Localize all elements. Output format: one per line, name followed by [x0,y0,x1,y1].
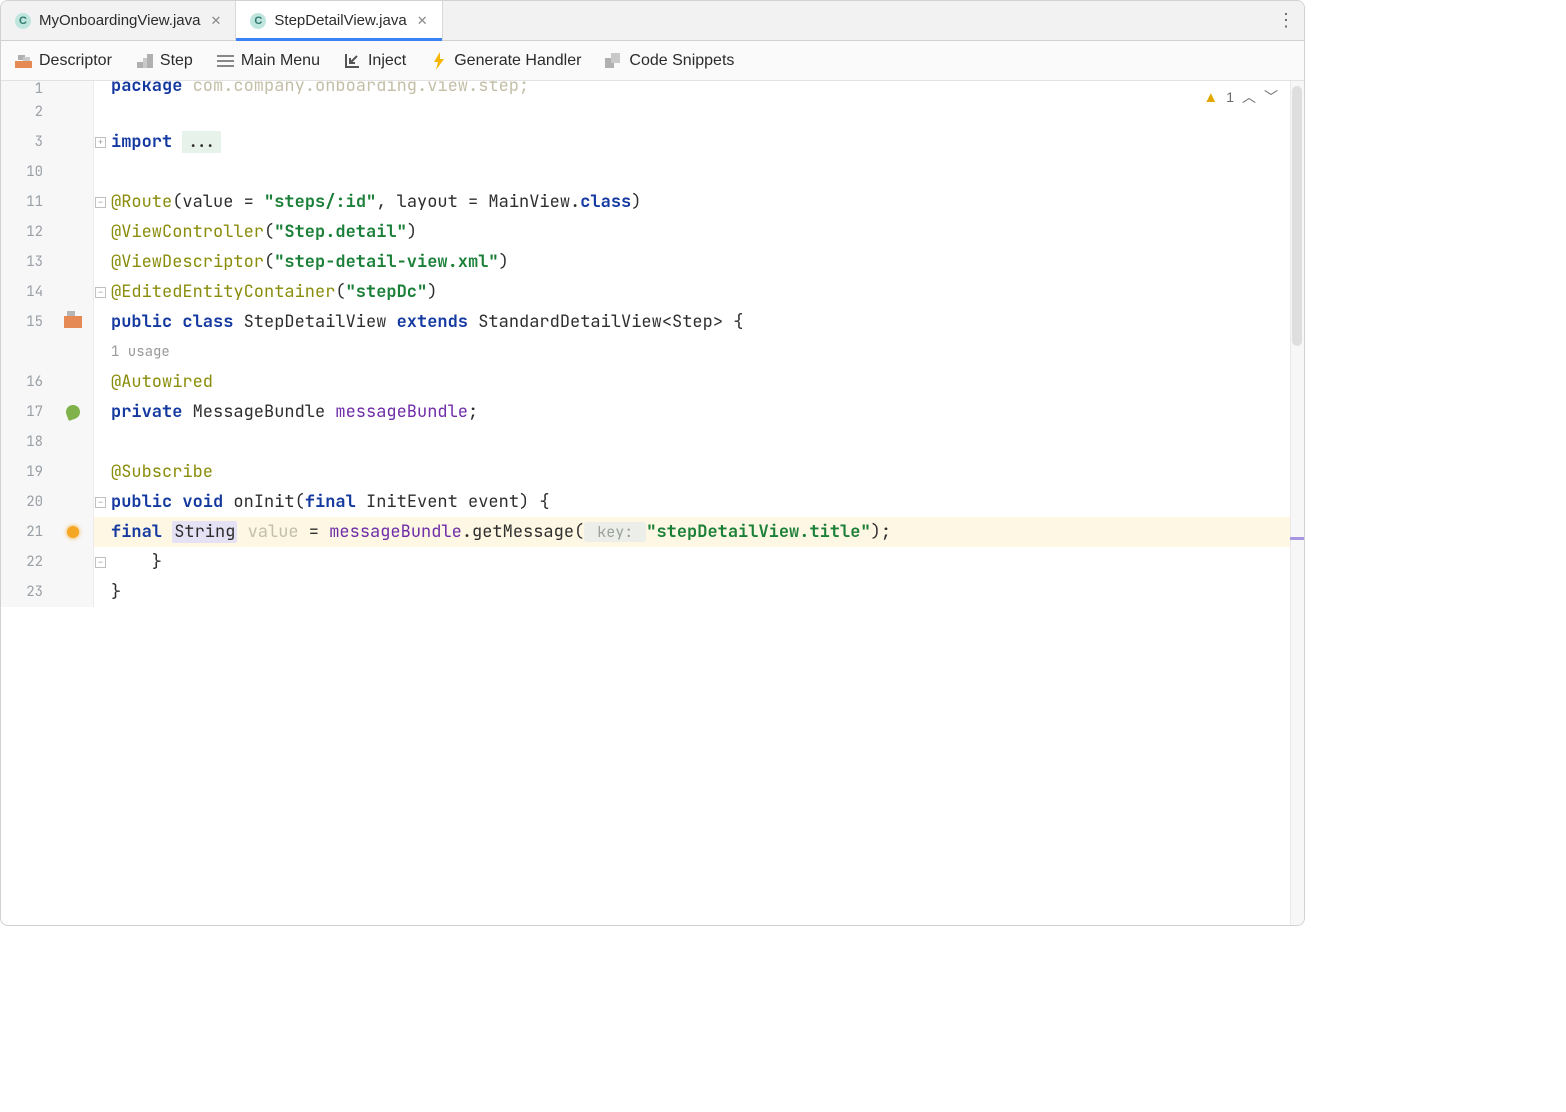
toolbar-label: Main Menu [241,52,320,70]
line-number [1,337,53,367]
usages-hint[interactable]: 1 usage [111,343,170,361]
chevron-down-icon[interactable]: ﹀ [1264,87,1278,107]
stripe-marker[interactable] [1290,537,1304,540]
line-number: 17 [1,397,53,427]
line-number: 12 [1,217,53,247]
class-icon: C [15,13,31,29]
toolbar-label: Inject [368,52,406,70]
line-number: 23 [1,577,53,607]
menu-icon [217,52,234,69]
fold-collapse-icon[interactable]: − [95,197,106,208]
warning-count: 1 [1226,89,1234,105]
toolbar-label: Step [160,52,193,70]
line-number: 1 [1,81,53,97]
tab-label: MyOnboardingView.java [39,12,200,29]
spring-bean-gutter-icon[interactable] [64,403,82,421]
toolbar-label: Code Snippets [629,52,734,70]
fold-collapse-icon[interactable]: − [95,497,106,508]
editor-toolbar: Descriptor Step Main Menu Inject Generat… [1,41,1304,81]
close-icon[interactable]: ✕ [208,13,223,29]
fold-collapse-icon[interactable]: − [95,287,106,298]
code-editor[interactable]: 1 package com.company.onboarding.view.st… [1,81,1304,925]
line-number: 16 [1,367,53,397]
inject-icon [344,52,361,69]
intention-bulb-icon[interactable] [67,526,79,538]
tab-stepdetailview[interactable]: C StepDetailView.java ✕ [236,1,442,40]
code-lines: 1 package com.company.onboarding.view.st… [1,81,1304,925]
fold-expand-icon[interactable]: + [95,137,106,148]
line-number: 14 [1,277,53,307]
line-number: 3 [1,127,53,157]
line-number: 20 [1,487,53,517]
chevron-up-icon[interactable]: ︿ [1242,87,1256,107]
line-number: 13 [1,247,53,277]
editor-window: C MyOnboardingView.java ✕ C StepDetailVi… [0,0,1305,926]
tab-label: StepDetailView.java [274,12,406,29]
toolbar-label: Generate Handler [454,52,581,70]
warning-icon: ▲ [1203,89,1218,106]
close-icon[interactable]: ✕ [415,13,430,29]
code-snippets-button[interactable]: Code Snippets [605,52,734,70]
line-number: 21 [1,517,53,547]
line-number: 19 [1,457,53,487]
line-number: 10 [1,157,53,187]
tab-myonboardingview[interactable]: C MyOnboardingView.java ✕ [1,1,236,40]
fold-end-icon[interactable]: − [95,557,106,568]
generate-handler-button[interactable]: Generate Handler [430,52,581,70]
snippets-icon [605,52,622,69]
toolbar-label: Descriptor [39,52,112,70]
line-number: 18 [1,427,53,457]
step-icon [136,52,153,69]
step-button[interactable]: Step [136,52,193,70]
scrollbar-thumb[interactable] [1292,86,1302,346]
main-menu-button[interactable]: Main Menu [217,52,320,70]
bolt-icon [430,52,447,69]
tab-bar: C MyOnboardingView.java ✕ C StepDetailVi… [1,1,1304,41]
folded-region[interactable]: ... [182,131,221,153]
descriptor-button[interactable]: Descriptor [15,52,112,70]
descriptor-gutter-icon[interactable] [64,316,82,328]
line-number: 2 [1,97,53,127]
descriptor-icon [15,52,32,69]
parameter-hint: key: [584,522,646,542]
class-icon: C [250,13,266,29]
line-number: 11 [1,187,53,217]
line-number: 22 [1,547,53,577]
inject-button[interactable]: Inject [344,52,406,70]
error-stripe[interactable] [1290,81,1304,925]
line-number: 15 [1,307,53,337]
more-icon[interactable]: ⋮ [1268,1,1304,40]
inspection-widget[interactable]: ▲ 1 ︿ ﹀ [1203,87,1278,107]
